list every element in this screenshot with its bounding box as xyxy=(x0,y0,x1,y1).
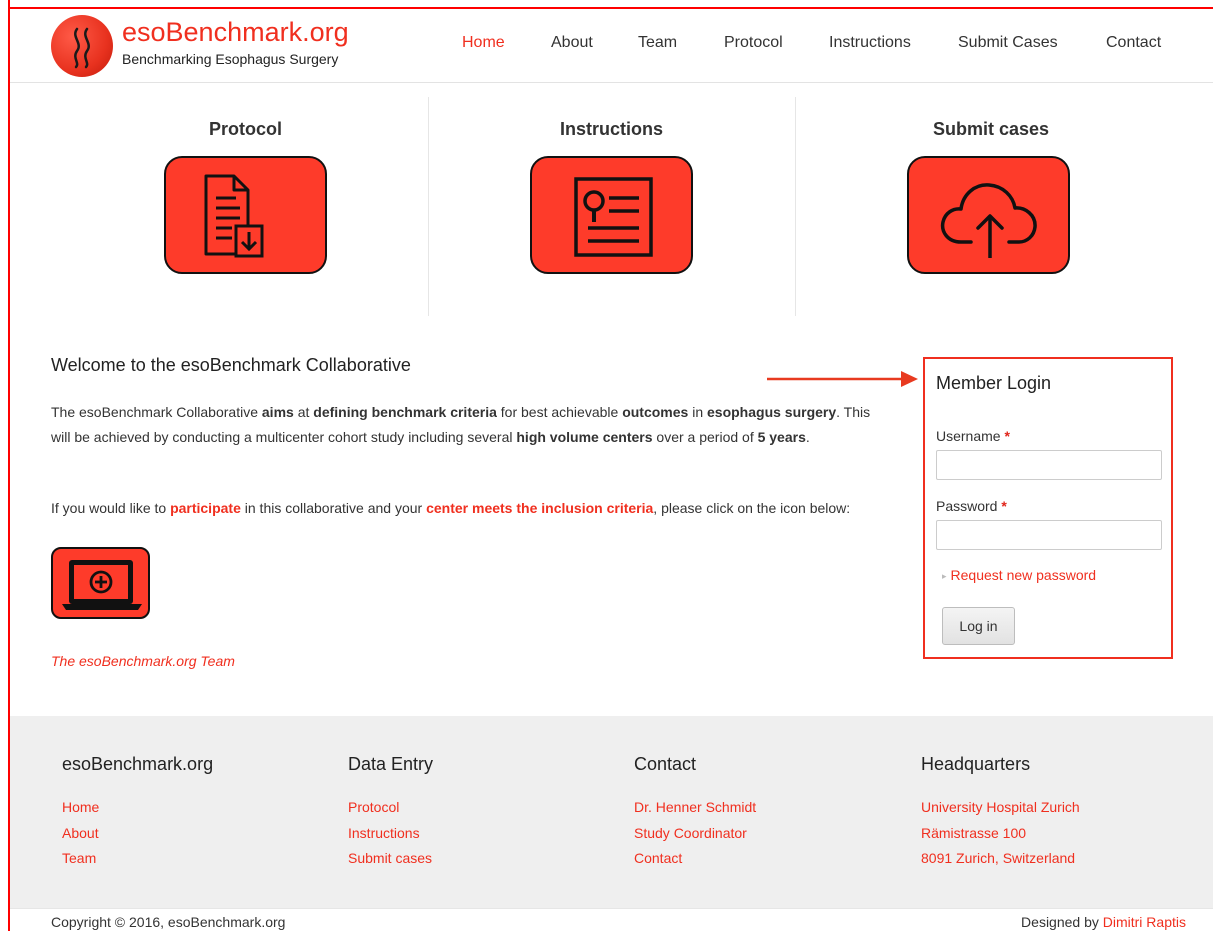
intro-paragraph: The esoBenchmark Collaborative aims at d… xyxy=(51,400,881,450)
footer-link-city[interactable]: 8091 Zurich, Switzerland xyxy=(921,846,1080,872)
member-login-panel: Member Login Username * Password * ▸ Requ… xyxy=(923,357,1173,659)
required-mark: * xyxy=(1004,428,1010,444)
nav-contact[interactable]: Contact xyxy=(1106,34,1161,52)
intro-text: at xyxy=(293,404,314,420)
feature-title: Protocol xyxy=(208,119,282,139)
designed-by: Designed by Dimitri Raptis xyxy=(1021,914,1186,930)
feature-title: Instructions xyxy=(559,119,663,139)
footer-heading: Headquarters xyxy=(921,754,1031,774)
participate-link[interactable]: participate xyxy=(170,500,241,516)
designer-link[interactable]: Dimitri Raptis xyxy=(1103,914,1186,930)
instructions-list-icon xyxy=(574,177,653,257)
nav-protocol[interactable]: Protocol xyxy=(724,34,783,52)
footer-column-data-entry: Data Entry Protocol Instructions Submit … xyxy=(348,754,433,872)
password-label: Password * xyxy=(936,498,1007,514)
arrow-right-icon xyxy=(767,371,918,387)
participate-text: , please click on the icon below: xyxy=(653,500,851,516)
participate-button[interactable] xyxy=(51,547,150,619)
footer-link-hospital[interactable]: University Hospital Zurich xyxy=(921,795,1080,821)
footer-heading: Contact xyxy=(634,754,697,774)
footer-link-protocol[interactable]: Protocol xyxy=(348,795,433,821)
feature-protocol: Protocol xyxy=(63,97,428,316)
feature-title: Submit cases xyxy=(932,119,1050,139)
footer-link-team[interactable]: Team xyxy=(62,846,213,872)
intro-text: The esoBenchmark Collaborative xyxy=(51,404,262,420)
request-password-text[interactable]: Request new password xyxy=(951,567,1097,583)
intro-bold: esophagus surgery xyxy=(707,404,837,420)
cloud-upload-icon xyxy=(940,183,1037,258)
footer-link-about[interactable]: About xyxy=(62,821,213,847)
participate-paragraph: If you would like to participate in this… xyxy=(51,496,881,521)
inclusion-criteria-link[interactable]: center meets the inclusion criteria xyxy=(426,500,653,516)
intro-bold: high volume centers xyxy=(516,429,653,445)
nav-about[interactable]: About xyxy=(551,34,593,52)
footer-column-contact: Contact Dr. Henner Schmidt Study Coordin… xyxy=(634,754,756,872)
username-input[interactable] xyxy=(936,450,1162,480)
participate-text: in this collaborative and your xyxy=(240,500,427,516)
required-mark: * xyxy=(1001,498,1007,514)
welcome-title: Welcome to the esoBenchmark Collaborativ… xyxy=(51,355,411,375)
site-tagline: Benchmarking Esophagus Surgery xyxy=(122,51,339,67)
footer-link-street[interactable]: Rämistrasse 100 xyxy=(921,821,1080,847)
feature-submit-cases: Submit cases xyxy=(796,97,1186,316)
footer-link-coordinator[interactable]: Study Coordinator xyxy=(634,821,756,847)
nav-home[interactable]: Home xyxy=(462,34,505,52)
password-input[interactable] xyxy=(936,520,1162,550)
site-name[interactable]: esoBenchmark.org xyxy=(122,17,349,47)
username-label: Username * xyxy=(936,428,1010,444)
nav-submit-cases[interactable]: Submit Cases xyxy=(958,34,1058,52)
footer-link-submit-cases[interactable]: Submit cases xyxy=(348,846,433,872)
designed-by-prefix: Designed by xyxy=(1021,914,1103,930)
username-label-text: Username xyxy=(936,428,1001,444)
intro-text: for best achievable xyxy=(496,404,623,420)
intro-text: in xyxy=(688,404,707,420)
intro-bold: aims xyxy=(261,404,294,420)
request-password-link[interactable]: ▸ Request new password xyxy=(942,567,1096,583)
bottom-bar: Copyright © 2016, esoBenchmark.org Desig… xyxy=(10,908,1213,931)
team-signature: The esoBenchmark.org Team xyxy=(51,653,235,669)
footer-column-site: esoBenchmark.org Home About Team xyxy=(62,754,213,872)
page-frame-left xyxy=(8,0,10,931)
participate-text: If you would like to xyxy=(51,500,171,516)
page-frame-top xyxy=(8,7,1213,9)
footer-link-instructions[interactable]: Instructions xyxy=(348,821,433,847)
intro-text: over a period of xyxy=(652,429,758,445)
document-download-icon xyxy=(204,174,264,258)
footer-link-home[interactable]: Home xyxy=(62,795,213,821)
submit-cases-button[interactable] xyxy=(907,156,1070,274)
laptop-add-icon xyxy=(62,560,142,610)
footer-column-headquarters: Headquarters University Hospital Zurich … xyxy=(921,754,1080,872)
nav-team[interactable]: Team xyxy=(638,34,677,52)
intro-bold: outcomes xyxy=(622,404,689,420)
login-button[interactable]: Log in xyxy=(942,607,1015,645)
footer-heading: Data Entry xyxy=(348,754,434,774)
intro-text: . xyxy=(805,429,810,445)
copyright-text: Copyright © 2016, esoBenchmark.org xyxy=(51,914,286,930)
feature-instructions: Instructions xyxy=(429,97,794,316)
intro-bold: 5 years xyxy=(757,429,806,445)
protocol-button[interactable] xyxy=(164,156,327,274)
instructions-button[interactable] xyxy=(530,156,693,274)
footer-link-contact-person[interactable]: Dr. Henner Schmidt xyxy=(634,795,756,821)
logo-icon[interactable] xyxy=(51,15,113,77)
nav-instructions[interactable]: Instructions xyxy=(829,34,911,52)
footer-link-contact[interactable]: Contact xyxy=(634,846,756,872)
site-header: esoBenchmark.org Benchmarking Esophagus … xyxy=(10,9,1213,83)
footer-heading: esoBenchmark.org xyxy=(62,754,214,774)
bullet-icon: ▸ xyxy=(942,571,947,581)
password-label-text: Password xyxy=(936,498,998,514)
site-footer: esoBenchmark.org Home About Team Data En… xyxy=(10,716,1213,908)
login-title: Member Login xyxy=(936,373,1052,393)
intro-bold: defining benchmark criteria xyxy=(313,404,497,420)
